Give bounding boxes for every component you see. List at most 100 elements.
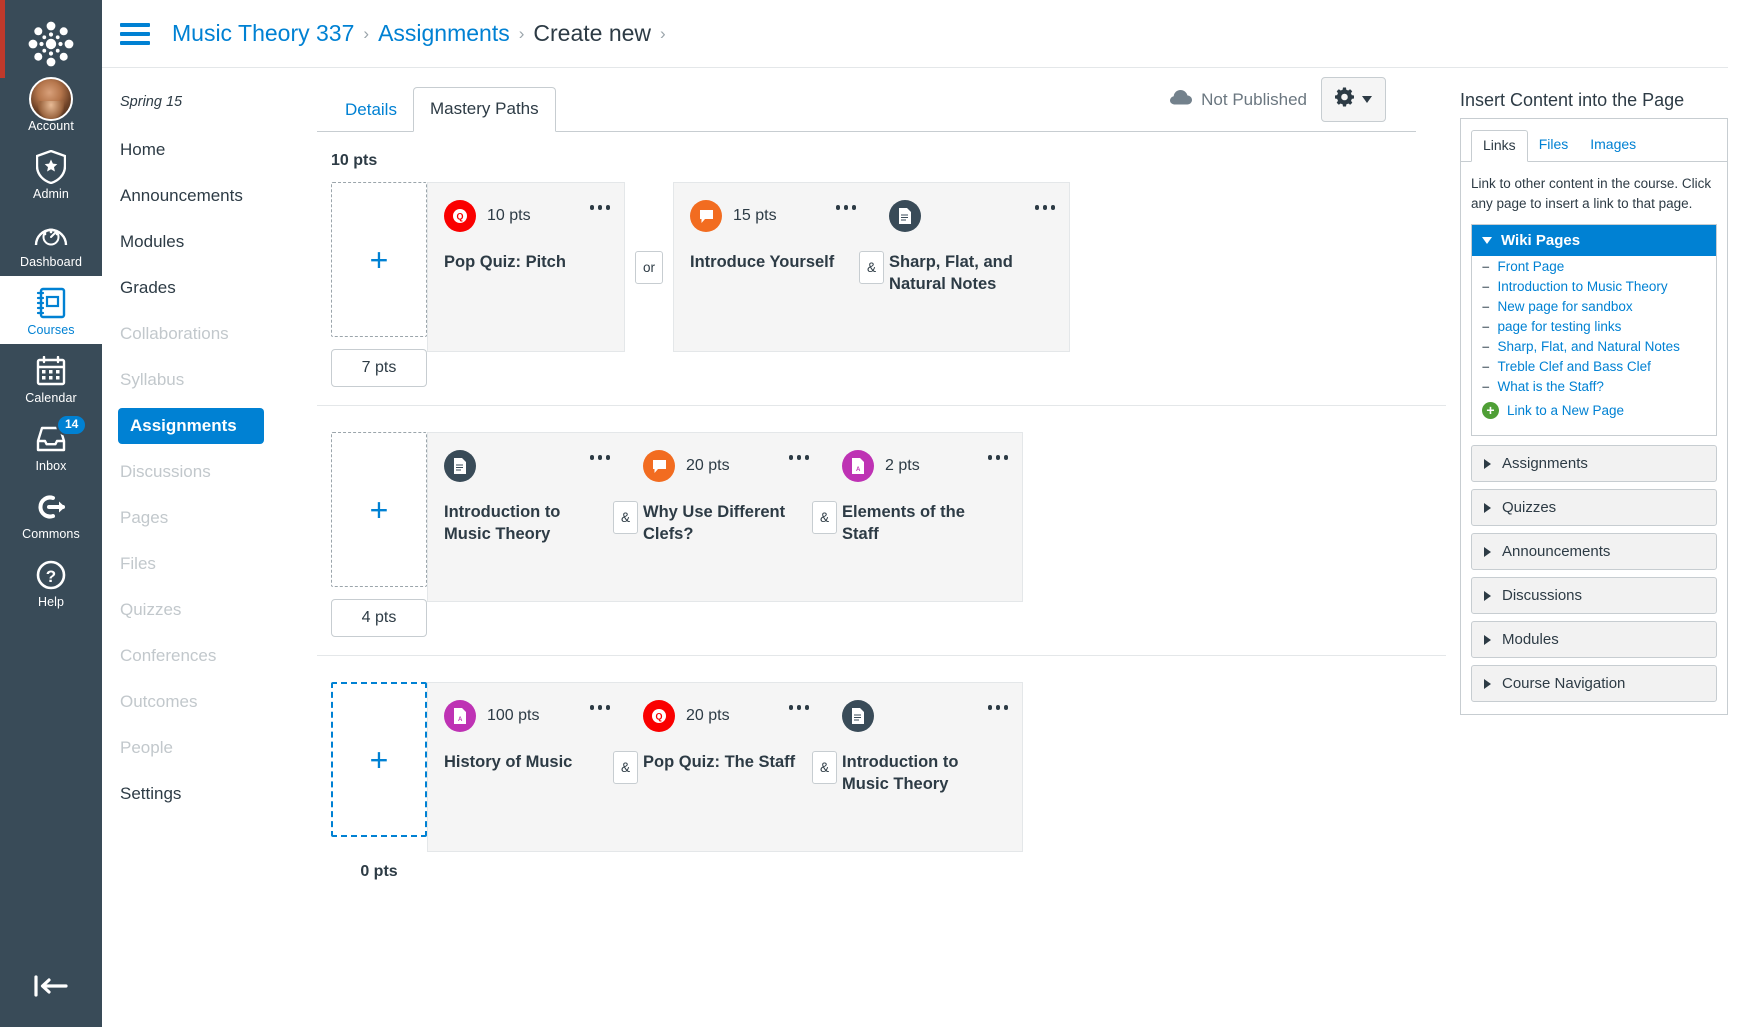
course-nav-pages[interactable]: Pages <box>120 500 297 536</box>
more-options-icon[interactable] <box>589 205 610 210</box>
more-options-icon[interactable] <box>835 205 857 210</box>
list-item[interactable]: – Treble Clef and Bass Clef <box>1472 356 1716 376</box>
more-options-icon[interactable] <box>788 705 810 710</box>
card-title: Elements of the Staff <box>842 503 965 543</box>
list-item[interactable]: – page for testing links <box>1472 316 1716 336</box>
course-nav-settings[interactable]: Settings <box>120 776 297 812</box>
nav-label-calendar: Calendar <box>25 391 77 405</box>
more-options-icon[interactable] <box>788 455 810 460</box>
nav-item-account[interactable]: Account <box>0 72 102 140</box>
nav-label-help: Help <box>37 595 65 609</box>
assignment-card[interactable]: Introduction to Music Theory <box>826 683 1023 851</box>
accordion-quizzes[interactable]: Quizzes <box>1471 489 1717 527</box>
nav-item-help[interactable]: ? Help <box>0 548 102 616</box>
assignment-card[interactable]: Sharp, Flat, and Natural Notes <box>873 183 1070 351</box>
course-nav-announcements[interactable]: Announcements <box>120 178 297 214</box>
hamburger-menu-icon[interactable] <box>120 22 150 45</box>
cloud-icon <box>1170 89 1193 110</box>
collapse-left-icon[interactable] <box>0 975 102 997</box>
nav-item-dashboard[interactable]: Dashboard <box>0 208 102 276</box>
list-item-new-page[interactable]: + Link to a New Page <box>1472 399 1716 421</box>
course-nav-modules[interactable]: Modules <box>120 224 297 260</box>
course-nav-outcomes[interactable]: Outcomes <box>120 684 297 720</box>
course-nav-collaborations[interactable]: Collaborations <box>120 316 297 352</box>
dash-icon: – <box>1482 258 1490 274</box>
course-nav-assignments[interactable]: Assignments <box>118 408 264 444</box>
course-nav-conferences[interactable]: Conferences <box>120 638 297 674</box>
tab-details[interactable]: Details <box>329 89 413 132</box>
tab-links[interactable]: Links <box>1471 130 1528 162</box>
breadcrumb-item-assignments[interactable]: Assignments <box>378 20 510 47</box>
card-points: 20 pts <box>686 707 730 724</box>
assignment-card[interactable]: Introduction to Music Theory <box>428 433 624 601</box>
nav-item-courses[interactable]: Courses <box>0 276 102 344</box>
list-item[interactable]: – Sharp, Flat, and Natural Notes <box>1472 336 1716 356</box>
add-assignment-dropzone[interactable]: + <box>331 182 427 337</box>
breadcrumb-item-course[interactable]: Music Theory 337 <box>172 20 354 47</box>
canvas-logo[interactable] <box>23 16 79 72</box>
course-nav-home[interactable]: Home <box>120 132 297 168</box>
nav-item-inbox[interactable]: 14 Inbox <box>0 412 102 480</box>
more-options-icon[interactable] <box>987 455 1009 460</box>
more-options-icon[interactable] <box>589 455 610 460</box>
add-assignment-dropzone[interactable]: + <box>331 432 427 587</box>
nav-label-courses: Courses <box>27 323 75 337</box>
accordion-announcements[interactable]: Announcements <box>1471 533 1717 571</box>
new-page-link[interactable]: Link to a New Page <box>1507 403 1624 418</box>
accordion-label: Quizzes <box>1502 499 1557 517</box>
assignment-card[interactable]: Q 20 pts Pop Quiz: The Staff <box>627 683 824 851</box>
accordion-label: Course Navigation <box>1502 675 1626 693</box>
tab-files[interactable]: Files <box>1528 130 1580 162</box>
row-score-range-bottom: 0 pts <box>360 863 398 880</box>
plus-circle-icon: + <box>1482 401 1499 419</box>
more-options-icon[interactable] <box>589 705 610 710</box>
course-nav-people[interactable]: People <box>120 730 297 766</box>
commons-arrow-icon <box>0 489 102 525</box>
more-options-icon[interactable] <box>987 705 1009 710</box>
list-item[interactable]: – What is the Staff? <box>1472 376 1716 396</box>
list-item[interactable]: – Front Page <box>1472 256 1716 276</box>
accordion-modules[interactable]: Modules <box>1471 621 1717 659</box>
settings-gear-button[interactable] <box>1321 77 1386 122</box>
wiki-link[interactable]: Sharp, Flat, and Natural Notes <box>1498 339 1680 354</box>
accordion-discussions[interactable]: Discussions <box>1471 577 1717 615</box>
nav-item-admin[interactable]: Admin <box>0 140 102 208</box>
course-nav-syllabus[interactable]: Syllabus <box>120 362 297 398</box>
book-icon <box>0 285 102 321</box>
card-title: History of Music <box>444 753 573 771</box>
wiki-pages-group-header[interactable]: Wiki Pages <box>1472 225 1716 257</box>
wiki-link[interactable]: New page for sandbox <box>1498 299 1633 314</box>
wiki-link[interactable]: What is the Staff? <box>1498 379 1604 394</box>
assignment-card[interactable]: 20 pts Why Use Different Clefs? <box>627 433 824 601</box>
accordion-course-navigation[interactable]: Course Navigation <box>1471 665 1717 703</box>
course-nav-files[interactable]: Files <box>120 546 297 582</box>
course-nav-discussions[interactable]: Discussions <box>120 454 297 490</box>
assignment-card[interactable]: 15 pts Introduce Yourself <box>674 183 871 351</box>
course-term-label: Spring 15 <box>120 94 183 110</box>
accordion-assignments[interactable]: Assignments <box>1471 445 1717 483</box>
nav-item-commons[interactable]: Commons <box>0 480 102 548</box>
wiki-link[interactable]: Introduction to Music Theory <box>1498 279 1668 294</box>
assignment-card[interactable]: A 2 pts Elements of the Staff <box>826 433 1023 601</box>
wiki-link[interactable]: page for testing links <box>1498 319 1622 334</box>
accordion-label: Modules <box>1502 631 1559 649</box>
list-item[interactable]: – New page for sandbox <box>1472 296 1716 316</box>
add-assignment-dropzone[interactable]: + <box>331 682 427 837</box>
card-connector-and: & <box>812 750 838 784</box>
assignment-card[interactable]: Q 10 pts Pop Quiz: Pitch <box>428 183 624 351</box>
tab-images[interactable]: Images <box>1579 130 1647 162</box>
path-row: + 4 pts Introduction to Music Theory & 2… <box>317 405 1446 655</box>
assignment-card[interactable]: A 100 pts History of Music <box>428 683 624 851</box>
course-nav-quizzes[interactable]: Quizzes <box>120 592 297 628</box>
wiki-link[interactable]: Front Page <box>1498 259 1565 274</box>
wiki-link[interactable]: Treble Clef and Bass Clef <box>1498 359 1651 374</box>
triangle-down-icon <box>1482 237 1492 245</box>
tab-mastery-paths[interactable]: Mastery Paths <box>412 87 556 132</box>
card-points: 2 pts <box>885 457 920 474</box>
dropzone-column: + 4 pts <box>331 432 427 637</box>
more-options-icon[interactable] <box>1034 205 1056 210</box>
course-nav-grades[interactable]: Grades <box>120 270 297 306</box>
nav-item-calendar[interactable]: Calendar <box>0 344 102 412</box>
list-item[interactable]: – Introduction to Music Theory <box>1472 276 1716 296</box>
assignment-group: A 100 pts History of Music & Q 20 pts Po… <box>427 682 1024 852</box>
